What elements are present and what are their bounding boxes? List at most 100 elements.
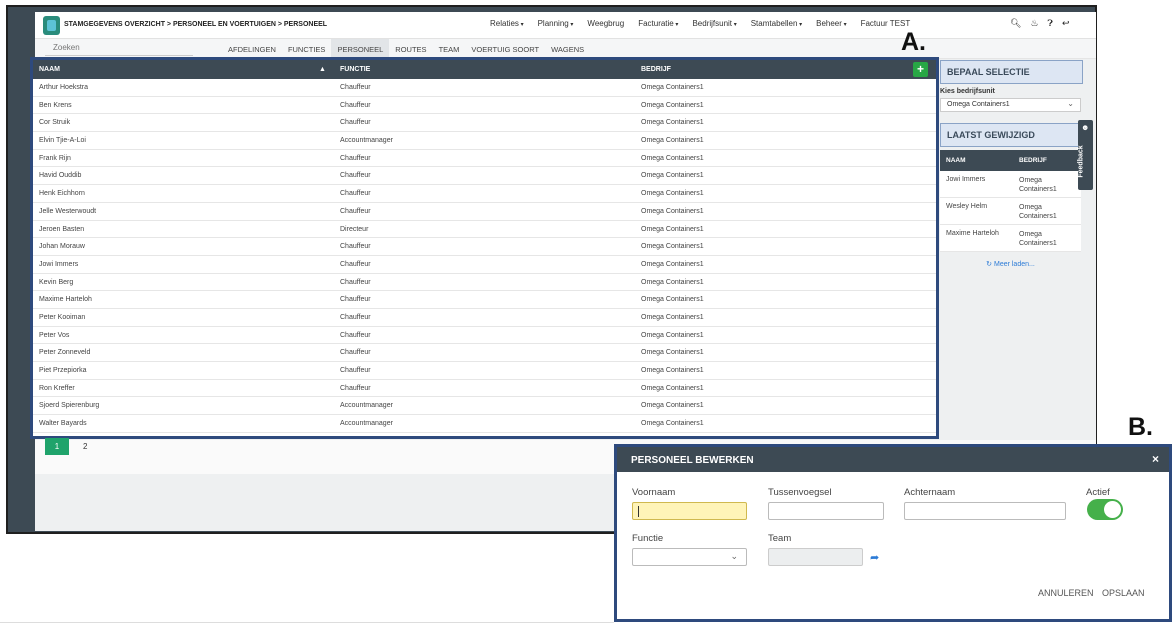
tab-voertuig-soort[interactable]: VOERTUIG SOORT <box>465 39 545 59</box>
table-body: Arthur Hoekstra Chauffeur Omega Containers… <box>33 79 936 433</box>
tab-bar: AFDELINGEN FUNCTIES PERSONEEL ROUTES TEA… <box>222 39 590 59</box>
table-row[interactable]: Peter Vos Chauffeur Omega Containers1 <box>33 326 936 345</box>
annuleren-button[interactable]: ANNULEREN <box>1038 588 1094 598</box>
table-row[interactable]: Henk Eichhorn Chauffeur Omega Containers1 <box>33 185 936 203</box>
tab-personeel[interactable]: PERSONEEL <box>331 39 390 59</box>
cell-functie: Chauffeur <box>340 84 371 91</box>
close-icon[interactable]: × <box>1152 452 1159 466</box>
personeel-table: NAAM ▲ FUNCTIE BEDRIJF + Arthur Hoekstra… <box>30 57 939 439</box>
cell-naam: Peter Zonneveld <box>39 349 91 357</box>
tab-functies[interactable]: FUNCTIES <box>282 39 332 59</box>
column-header-bedrijf[interactable]: BEDRIJF <box>641 66 671 73</box>
annotation-label-a: A. <box>901 28 926 56</box>
cell-functie: Accountmanager <box>340 420 393 428</box>
cell-bedrijf: Omega Containers1 <box>641 172 704 180</box>
column-header-functie[interactable]: FUNCTIE <box>340 66 370 73</box>
table-row[interactable]: Kevin Berg Chauffeur Omega Containers1 <box>33 273 936 292</box>
table-row[interactable]: Walter Bayards Accountmanager Omega Contai… <box>33 415 936 433</box>
feedback-label: Feedback <box>1077 145 1085 178</box>
cell-functie: Chauffeur <box>340 101 371 109</box>
table-row[interactable]: Arthur Hoekstra Chauffeur Omega Containers… <box>33 79 936 97</box>
personeel-bewerken-dialog: PERSONEEL BEWERKEN × Voornaam Tussenvoeg… <box>614 444 1172 622</box>
meer-laden-link[interactable]: ↻ Meer laden... <box>940 260 1081 268</box>
table-row[interactable]: Frank Rijn Chauffeur Omega Containers1 <box>33 149 936 168</box>
cell-bedrijf: Omega Containers1 <box>641 349 704 357</box>
table-row[interactable]: Cor Struik Chauffeur Omega Containers1 <box>33 114 936 133</box>
table-row[interactable]: Piet Przepiorka Chauffeur Omega Containers… <box>33 362 936 380</box>
search-input[interactable] <box>45 40 193 56</box>
cell-functie: Chauffeur <box>340 190 371 198</box>
column-header-naam[interactable]: NAAM <box>39 66 60 73</box>
page-2-button[interactable]: 2 <box>83 438 87 455</box>
table-row[interactable]: Havid Ouddib Chauffeur Omega Containers1 <box>33 167 936 186</box>
nav-relaties[interactable]: Relaties <box>490 19 524 28</box>
tab-wagens[interactable]: WAGENS <box>545 39 590 59</box>
bedrijfsunit-select[interactable]: Omega Containers1 ⌄ <box>940 98 1081 112</box>
tab-afdelingen[interactable]: AFDELINGEN <box>222 39 282 59</box>
table-row[interactable]: Johan Morauw Chauffeur Omega Containers1 <box>33 238 936 256</box>
nav-weegbrug[interactable]: Weegbrug <box>587 19 624 28</box>
cell-naam: Peter Kooiman <box>39 313 86 321</box>
actief-toggle[interactable] <box>1087 499 1123 520</box>
cell-functie: Chauffeur <box>340 384 371 392</box>
table-row[interactable]: Peter Zonneveld Chauffeur Omega Containers… <box>33 344 936 362</box>
cell-bedrijf: Omega Containers1 <box>641 331 704 339</box>
tussenvoegsel-field[interactable] <box>768 502 884 520</box>
page-1-button[interactable]: 1 <box>45 438 69 455</box>
feedback-tab[interactable]: ☻ Feedback <box>1078 120 1093 190</box>
right-sidebar: BEPAAL SELECTIE Kies bedrijfsunit Omega … <box>940 60 1083 268</box>
help-icon[interactable]: ❓︎ <box>1048 18 1053 29</box>
tab-routes[interactable]: ROUTES <box>389 39 432 59</box>
bell-icon[interactable]: ♨ <box>1030 18 1038 29</box>
cell-bedrijf: Omega Containers1 <box>641 420 704 428</box>
voornaam-field[interactable] <box>632 502 747 520</box>
table-row[interactable]: Jeroen Basten Directeur Omega Containers1 <box>33 220 936 239</box>
cell-bedrijf: Omega Containers1 <box>641 260 704 268</box>
add-personeel-button[interactable]: + <box>913 62 928 77</box>
search-icon[interactable]: 🔍︎ <box>1010 18 1021 29</box>
dialog-header: PERSONEEL BEWERKEN × <box>617 447 1169 472</box>
table-row[interactable]: Sjoerd Spierenburg Accountmanager Omega Co… <box>33 397 936 416</box>
recent-row[interactable]: Wesley Helm Omega Containers1 <box>940 198 1081 225</box>
cell-bedrijf: Omega Containers1 <box>641 84 704 91</box>
opslaan-button[interactable]: OPSLAAN <box>1102 588 1145 598</box>
table-row[interactable]: Ben Krens Chauffeur Omega Containers1 <box>33 96 936 115</box>
logout-icon[interactable]: ↩ <box>1062 18 1070 29</box>
table-row[interactable]: Maxime Harteloh Chauffeur Omega Containers… <box>33 291 936 309</box>
actief-label: Actief <box>1086 487 1110 498</box>
cell-functie: Chauffeur <box>340 296 371 304</box>
cell-bedrijf: Omega Containers1 <box>641 207 704 215</box>
nav-facturatie[interactable]: Facturatie <box>638 19 678 28</box>
cell-naam: Maxime Harteloh <box>39 296 92 304</box>
table-row[interactable]: Jelle Westerwoudt Chauffeur Omega Containe… <box>33 202 936 221</box>
functie-select[interactable]: ⌄ <box>632 548 747 566</box>
nav-planning[interactable]: Planning <box>538 19 574 28</box>
recent-bedrijf: Omega Containers1 <box>1019 204 1057 220</box>
nav-beheer[interactable]: Beheer <box>816 19 846 28</box>
cell-bedrijf: Omega Containers1 <box>641 278 704 286</box>
recent-row[interactable]: Jowi Immers Omega Containers1 <box>940 171 1081 198</box>
sort-asc-icon[interactable]: ▲ <box>319 66 326 73</box>
recent-row[interactable]: Maxime Harteloh Omega Containers1 <box>940 225 1081 252</box>
breadcrumb: STAMGEGEVENS OVERZICHT > PERSONEEL EN VO… <box>64 21 328 28</box>
top-bar: STAMGEGEVENS OVERZICHT > PERSONEEL EN VO… <box>35 12 1096 39</box>
app-logo[interactable] <box>43 16 60 35</box>
nav-factuur-test[interactable]: Factuur TEST <box>861 19 911 28</box>
cell-bedrijf: Omega Containers1 <box>641 137 704 145</box>
cell-bedrijf: Omega Containers1 <box>641 190 704 198</box>
main-nav: Relaties Planning Weegbrug Facturatie Be… <box>490 19 910 28</box>
nav-stamtabellen[interactable]: Stamtabellen <box>751 19 802 28</box>
achternaam-field[interactable] <box>904 502 1066 520</box>
tab-team[interactable]: TEAM <box>433 39 466 59</box>
table-row[interactable]: Peter Kooiman Chauffeur Omega Containers1 <box>33 308 936 327</box>
meer-laden-label: Meer laden... <box>993 261 1035 268</box>
nav-bedrijfsunit[interactable]: Bedrijfsunit <box>692 19 736 28</box>
table-row[interactable]: Jowi Immers Chauffeur Omega Containers1 <box>33 255 936 274</box>
table-row[interactable]: Ron Kreffer Chauffeur Omega Containers1 <box>33 379 936 398</box>
cell-functie: Chauffeur <box>340 367 371 374</box>
table-row[interactable]: Elvin Tjie-A-Loi Accountmanager Omega Cont… <box>33 132 936 150</box>
tussenvoegsel-label: Tussenvoegsel <box>768 487 832 498</box>
cell-functie: Chauffeur <box>340 154 371 162</box>
cell-naam: Piet Przepiorka <box>39 367 87 374</box>
share-arrow-icon[interactable]: ➦ <box>870 551 879 564</box>
